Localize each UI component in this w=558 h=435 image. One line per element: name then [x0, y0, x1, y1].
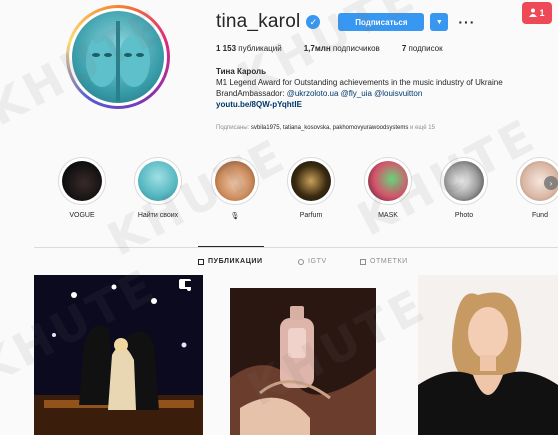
mention-link[interactable]: @fly_uia — [341, 89, 372, 98]
bio-url-link[interactable]: youtu.be/8QW-pYqhtIE — [216, 99, 546, 110]
story-highlight[interactable]: MASK — [353, 157, 423, 222]
more-options-icon[interactable]: ··· — [458, 15, 475, 29]
person-icon — [529, 8, 538, 19]
following-count[interactable]: 7 подписок — [402, 44, 443, 53]
grid-icon — [198, 258, 204, 265]
notification-count: 1 — [539, 8, 545, 18]
igtv-icon — [298, 258, 304, 265]
post-thumbnail[interactable] — [34, 275, 203, 435]
username-row: tina_karol ✓ Подписаться ▼ ··· — [216, 10, 475, 34]
chevron-right-icon[interactable]: › — [544, 176, 558, 190]
story-highlight-label: Fund — [532, 212, 548, 219]
tab-igtv[interactable]: IGTV — [298, 258, 327, 265]
story-highlight[interactable]: Найти своих — [123, 157, 193, 222]
profile-avatar[interactable] — [66, 5, 170, 109]
profile-avatar-image — [72, 11, 164, 103]
story-highlight[interactable]: Photo — [429, 157, 499, 222]
post-thumbnail[interactable] — [418, 275, 558, 435]
verified-icon: ✓ — [306, 15, 321, 29]
posts-count: 1 153 публикаций — [216, 44, 282, 53]
followers-count[interactable]: 1,7млн подписчиков — [304, 44, 380, 53]
story-highlight-label: 🎙 — [230, 213, 240, 220]
suggestions-dropdown-button[interactable]: ▼ — [430, 13, 449, 31]
bio-brand-line: BrandAmbassador: @ukrzoloto.ua @fly_uia … — [216, 89, 423, 98]
post-thumbnail[interactable] — [230, 288, 376, 435]
mention-link[interactable]: @ukrzoloto.ua — [287, 89, 339, 98]
profile-stats: 1 153 публикаций 1,7млн подписчиков 7 по… — [216, 44, 465, 53]
tab-posts[interactable]: ПУБЛИКАЦИИ — [198, 258, 263, 265]
story-highlight-label: Photo — [454, 212, 474, 219]
story-highlight-label: Найти своих — [137, 212, 179, 219]
notification-badge[interactable]: 1 — [522, 2, 552, 24]
mention-link[interactable]: @louisvuitton — [374, 89, 422, 98]
follow-button[interactable]: Подписаться — [338, 13, 425, 31]
tab-tagged[interactable]: ОТМЕТКИ — [360, 258, 408, 265]
story-highlight-label: MASK — [378, 212, 398, 219]
story-highlight[interactable]: VOGUE — [47, 157, 117, 222]
story-highlight[interactable]: 🎙 — [200, 157, 270, 222]
followed-by[interactable]: Подписаны: svbila1975, tatiana_kosovska,… — [216, 125, 435, 131]
story-highlight-label: Parfum — [299, 212, 323, 219]
active-tab-indicator — [198, 246, 264, 247]
tabs-divider — [34, 247, 558, 248]
username: tina_karol — [216, 11, 301, 32]
profile-bio: Тина Кароль M1 Legend Award for Outstand… — [216, 66, 546, 110]
bio-line: M1 Legend Award for Outstanding achievem… — [216, 78, 503, 87]
bio-name: Тина Кароль — [216, 67, 267, 76]
video-icon — [185, 281, 193, 287]
story-highlight[interactable]: Parfum — [276, 157, 346, 222]
story-highlight-label: VOGUE — [69, 212, 95, 219]
tag-icon — [360, 258, 366, 265]
